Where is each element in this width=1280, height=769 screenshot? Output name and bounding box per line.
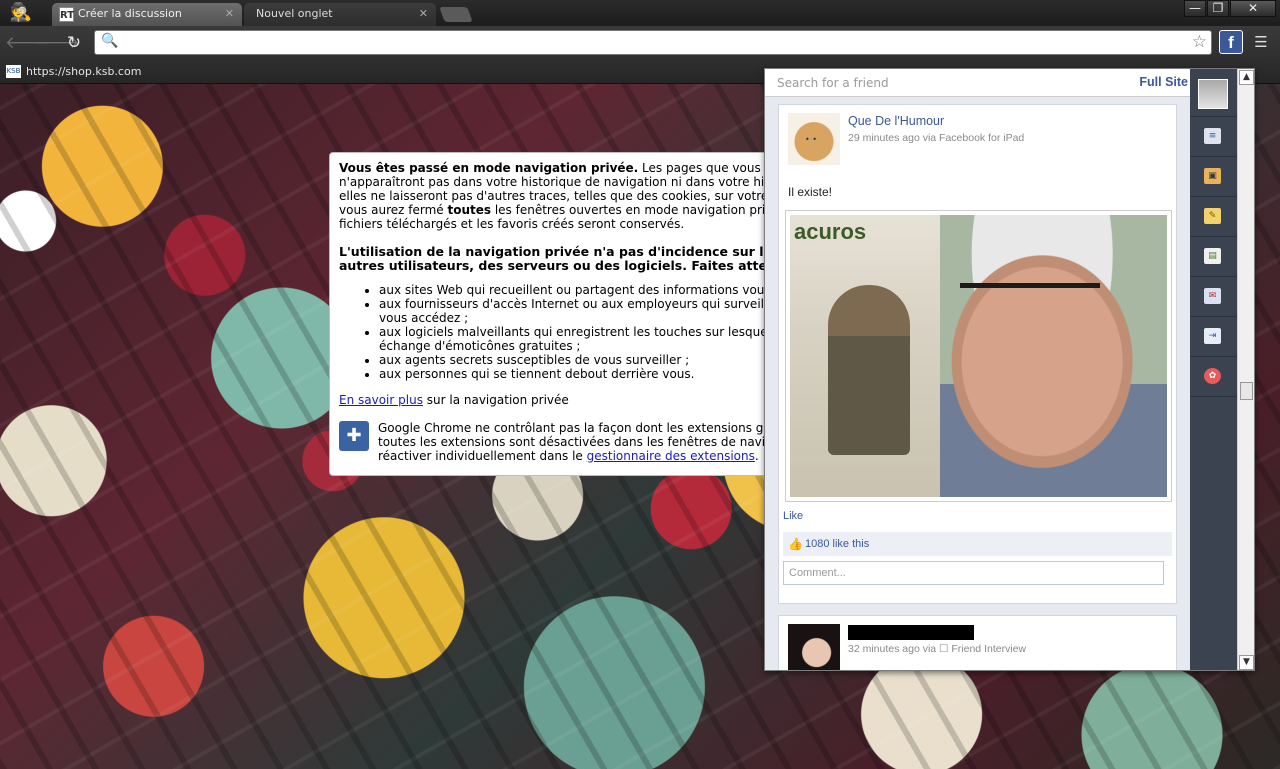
friend-search-bar: Full Site bbox=[765, 69, 1190, 97]
scrollbar-thumb[interactable] bbox=[1240, 382, 1253, 400]
rail-item-messages[interactable]: ✉ bbox=[1190, 277, 1237, 317]
rail-item-notes[interactable]: ✎ bbox=[1190, 197, 1237, 237]
like-link[interactable]: Like bbox=[783, 510, 803, 522]
search-icon: 🔍 bbox=[101, 33, 119, 49]
facebook-extension-icon[interactable]: f bbox=[1219, 30, 1243, 54]
likes-count-bar: 👍 1080 like this bbox=[783, 532, 1172, 556]
incognito-warning-list: aux sites Web qui recueillent ou partage… bbox=[379, 283, 788, 381]
feed-post: Que De l'Humour 29 minutes ago via Faceb… bbox=[778, 104, 1177, 604]
learn-more-line: En savoir plus sur la navigation privée bbox=[339, 393, 569, 407]
photos-icon: ▣ bbox=[1204, 168, 1221, 184]
incognito-intro: Vous êtes passé en mode navigation privé… bbox=[339, 161, 788, 231]
learn-more-link[interactable]: En savoir plus bbox=[339, 393, 423, 407]
facebook-side-rail: ≡ ▣ ✎ ▤ ✉ ⇥ ✿ bbox=[1190, 69, 1237, 670]
list-item: aux personnes qui se tiennent debout der… bbox=[379, 367, 788, 381]
magazine-title: acuros bbox=[794, 219, 867, 244]
thumbs-up-icon: 👍 bbox=[788, 537, 803, 551]
profile-picture bbox=[1198, 79, 1228, 109]
avatar[interactable] bbox=[788, 113, 840, 165]
glasses bbox=[960, 283, 1100, 313]
omnibox[interactable]: 🔍 ☆ bbox=[94, 30, 1212, 55]
events-icon: ▤ bbox=[1204, 248, 1221, 264]
extensions-manager-link[interactable]: gestionnaire des extensions bbox=[587, 449, 755, 463]
bookmark-ksb[interactable]: KSB https://shop.ksb.com bbox=[6, 63, 141, 80]
scroll-down-icon[interactable]: ▼ bbox=[1239, 655, 1254, 670]
tab-close-icon[interactable]: ✕ bbox=[419, 3, 428, 25]
new-tab-button[interactable] bbox=[439, 7, 473, 22]
omnibox-input[interactable] bbox=[121, 33, 1181, 52]
post-text: Il existe! bbox=[788, 185, 833, 199]
ksb-favicon-icon: KSB bbox=[6, 65, 21, 78]
forward-arrow-icon[interactable]: 🡒 bbox=[34, 32, 80, 54]
browser-toolbar: 🡐 🡒 ↻ 🔍 ☆ f ☰ bbox=[0, 26, 1280, 59]
tab-label: Nouvel onglet bbox=[256, 7, 333, 20]
restore-button[interactable]: ❐ bbox=[1207, 0, 1229, 17]
news-feed: Que De l'Humour 29 minutes ago via Faceb… bbox=[765, 97, 1190, 670]
close-window-button[interactable]: ✕ bbox=[1230, 0, 1276, 17]
list-item: aux sites Web qui recueillent ou partage… bbox=[379, 283, 788, 297]
post-meta: 32 minutes ago via ☐ Friend Interview bbox=[848, 643, 1027, 655]
minimize-button[interactable]: — bbox=[1184, 0, 1206, 17]
avatar[interactable] bbox=[788, 624, 840, 670]
title-bar: 🕵 RT Créer la discussion ✕ Nouvel onglet… bbox=[0, 0, 1280, 26]
rail-item-photos[interactable]: ▣ bbox=[1190, 157, 1237, 197]
tab-creer-discussion[interactable]: RT Créer la discussion ✕ bbox=[52, 3, 242, 26]
news-feed-icon: ≡ bbox=[1204, 128, 1221, 144]
rail-item-events[interactable]: ▤ bbox=[1190, 237, 1237, 277]
friend-search-input[interactable] bbox=[777, 74, 1117, 92]
back-arrow-icon[interactable]: 🡐 bbox=[5, 32, 51, 54]
lollipop-icon: ✿ bbox=[1204, 368, 1221, 384]
messages-icon: ✉ bbox=[1204, 288, 1221, 304]
list-item: aux logiciels malveillants qui enregistr… bbox=[379, 325, 788, 353]
incognito-warning-heading: L'utilisation de la navigation privée n'… bbox=[339, 244, 788, 273]
list-item: aux agents secrets susceptibles de vous … bbox=[379, 353, 788, 367]
extensions-notice: ✚ Google Chrome ne contrôlant pas la faç… bbox=[339, 421, 788, 463]
rail-item-news-feed[interactable]: ≡ bbox=[1190, 117, 1237, 157]
incognito-spy-icon: 🕵 bbox=[9, 2, 33, 23]
post-meta: 29 minutes ago via Facebook for iPad bbox=[848, 132, 1025, 144]
likes-count[interactable]: 1080 like this bbox=[805, 538, 869, 550]
photo-image: acuros bbox=[790, 215, 1167, 497]
puzzle-piece-icon: ✚ bbox=[339, 421, 369, 451]
rail-item-logout[interactable]: ⇥ bbox=[1190, 317, 1237, 357]
popup-scrollbar[interactable]: ▲ ▼ bbox=[1237, 69, 1254, 670]
notes-icon: ✎ bbox=[1204, 208, 1221, 224]
tab-favicon-icon: RT bbox=[59, 7, 74, 22]
scroll-up-icon[interactable]: ▲ bbox=[1239, 70, 1254, 85]
redacted-author-name bbox=[848, 625, 974, 640]
post-author[interactable]: Que De l'Humour bbox=[848, 114, 944, 128]
post-photo[interactable]: acuros bbox=[785, 210, 1172, 502]
logout-icon: ⇥ bbox=[1204, 328, 1221, 344]
list-item: aux fournisseurs d'accès Internet ou aux… bbox=[379, 297, 788, 325]
cartoon-figure bbox=[828, 285, 910, 455]
feed-post: 32 minutes ago via ☐ Friend Interview bbox=[778, 615, 1177, 670]
rail-item-lollipop[interactable]: ✿ bbox=[1190, 357, 1237, 397]
reload-icon[interactable]: ↻ bbox=[63, 32, 85, 54]
bookmark-label: https://shop.ksb.com bbox=[26, 65, 142, 78]
tab-label: Créer la discussion bbox=[78, 7, 182, 20]
menu-icon[interactable]: ☰ bbox=[1252, 34, 1270, 50]
man-face bbox=[940, 215, 1167, 497]
tab-nouvel-onglet[interactable]: Nouvel onglet ✕ bbox=[244, 3, 436, 26]
bookmark-star-icon[interactable]: ☆ bbox=[1192, 32, 1207, 52]
facebook-popup: Full Site Que De l'Humour 29 minutes ago… bbox=[764, 68, 1255, 671]
rail-profile[interactable] bbox=[1190, 69, 1237, 117]
tab-close-icon[interactable]: ✕ bbox=[225, 3, 234, 25]
incognito-info-box: Vous êtes passé en mode navigation privé… bbox=[329, 152, 789, 476]
full-site-link[interactable]: Full Site bbox=[1139, 75, 1188, 89]
comment-input[interactable] bbox=[783, 561, 1164, 585]
